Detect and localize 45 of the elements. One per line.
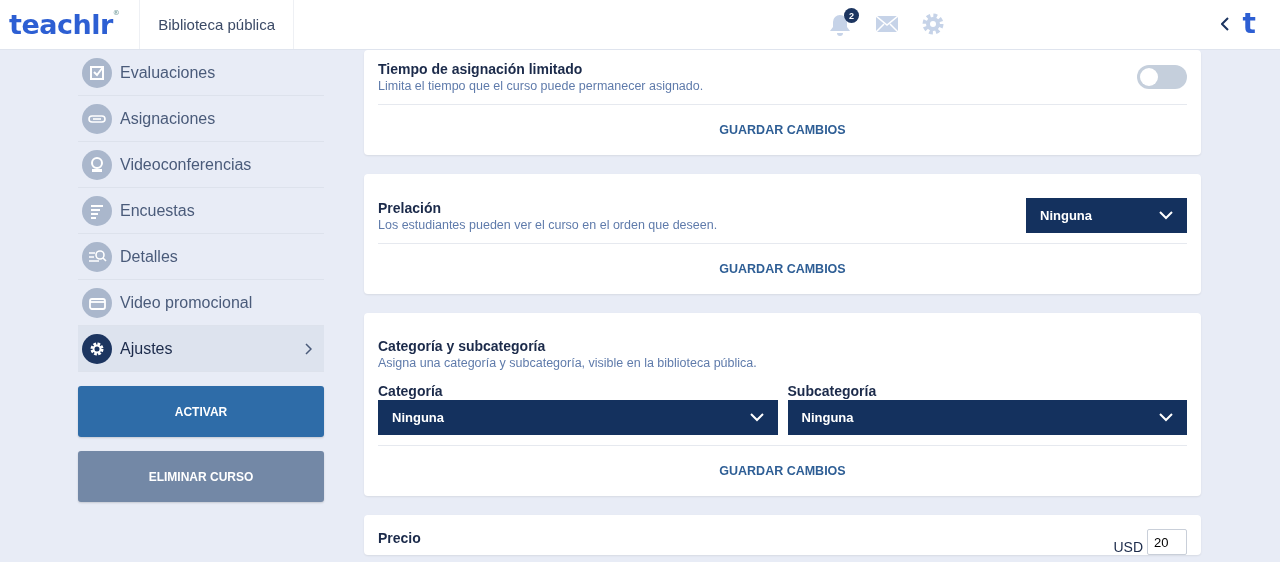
section-title: Tiempo de asignación limitado [378, 60, 584, 78]
app-logo[interactable]: t [1242, 10, 1256, 38]
sidebar-item[interactable]: Encuestas [78, 188, 324, 234]
webcam-icon [82, 149, 112, 180]
back-chevron-icon[interactable] [1220, 17, 1229, 31]
link-icon [82, 103, 112, 134]
section-description: Los estudiantes pueden ver el curso en el orden que deseen. [378, 216, 718, 233]
section-title[interactable]: Biblioteca pública [139, 0, 294, 49]
dropdown[interactable]: Ninguna [378, 400, 778, 435]
sidebar-item[interactable]: Videoconferencias [78, 142, 324, 188]
clapperboard-icon [82, 287, 112, 318]
dropdown[interactable]: Ninguna [1026, 198, 1187, 233]
chevron-down-icon [1159, 413, 1173, 422]
price-field[interactable]: 20 [1147, 529, 1187, 555]
logo[interactable]: teachlr$^{®}$ [0, 9, 140, 40]
chevron-down-icon [1159, 211, 1173, 220]
field-label: Categoría [378, 383, 444, 400]
section-title: Prelación [378, 198, 443, 217]
field-label: Subcategoría [787, 383, 878, 400]
section-description: Limita el tiempo que el curso puede permanecer asignado. [378, 78, 704, 94]
mail-icon[interactable] [876, 16, 898, 32]
dropdown[interactable]: Ninguna [787, 400, 1187, 435]
chevron-right-icon [305, 342, 312, 355]
settings-icon [82, 333, 112, 364]
section-title: Precio [378, 529, 421, 547]
activate-button[interactable]: ACTIVAR [78, 386, 324, 437]
sidebar-item[interactable]: Evaluaciones [78, 50, 324, 96]
list-icon [82, 195, 112, 226]
currency-label: USD [1113, 539, 1143, 555]
save-changes-button[interactable]: GUARDAR CAMBIOS [713, 261, 852, 277]
toggle-switch[interactable] [1137, 65, 1187, 89]
sidebar-item[interactable]: Ajustes [78, 326, 324, 372]
delete-course-button[interactable]: ELIMINAR CURSO [78, 451, 324, 502]
save-changes-button[interactable]: GUARDAR CAMBIOS [713, 463, 852, 479]
settings-icon[interactable] [920, 11, 946, 37]
section-title: Categoría y subcategoría [378, 337, 547, 355]
notification-bell-icon[interactable] [828, 13, 852, 37]
save-changes-button[interactable]: GUARDAR CAMBIOS [713, 122, 852, 138]
sidebar-item[interactable]: Detalles [78, 234, 324, 280]
chevron-down-icon [749, 413, 764, 422]
section-description: Asigna una categoría y subcategoría, visible en la biblioteca pública. [378, 355, 758, 371]
notification-badge: 2 [844, 8, 859, 23]
sidebar-item[interactable]: Asignaciones [78, 96, 324, 142]
checkbox-icon [82, 57, 112, 88]
search-icon [82, 241, 112, 272]
